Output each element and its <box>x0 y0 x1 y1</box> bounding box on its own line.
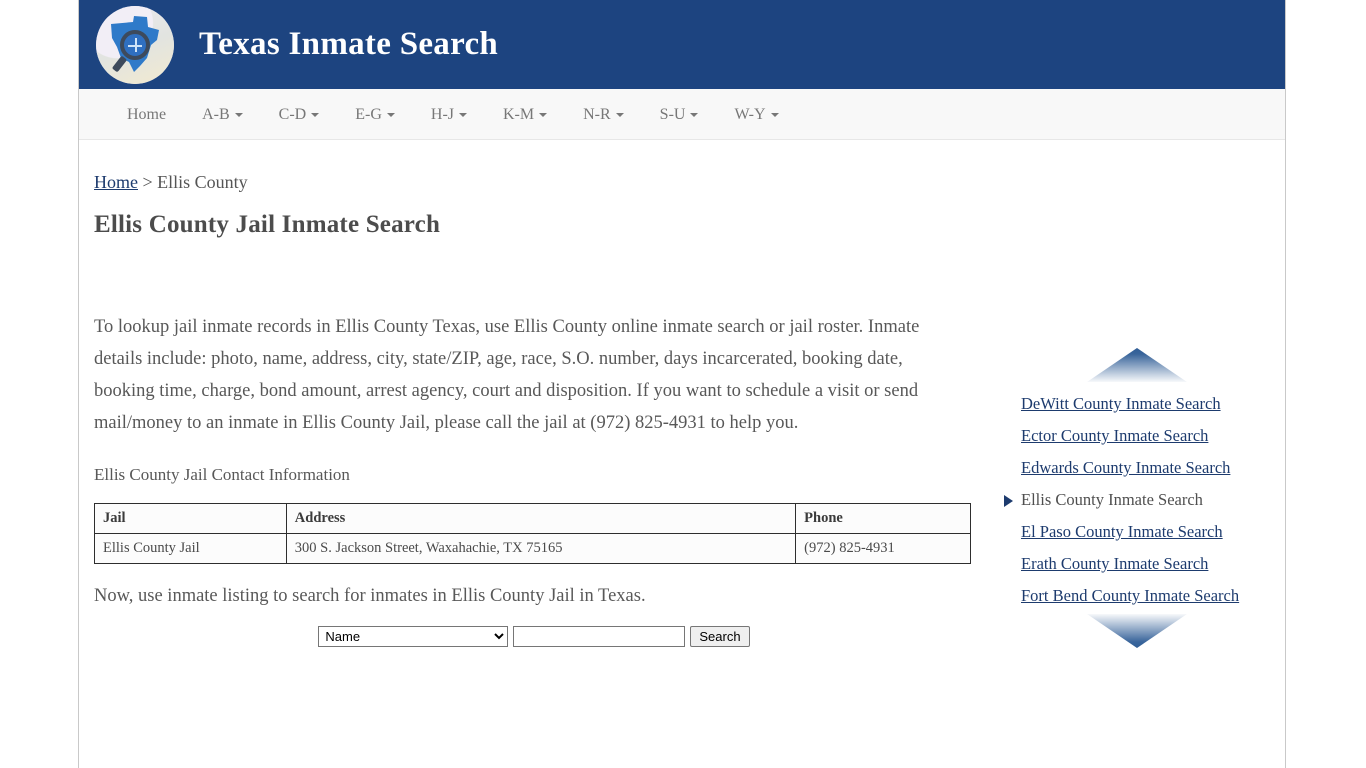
sidebar-item-ellis: Ellis County Inmate Search <box>999 484 1274 516</box>
intro-paragraph: To lookup jail inmate records in Ellis C… <box>94 317 920 433</box>
triangle-down-icon <box>1086 614 1187 648</box>
main-navigation: Home A-B C-D E-G H-J K-M N-R S-U W-Y <box>79 89 1285 140</box>
sidebar-link-list: DeWitt County Inmate Search Ector County… <box>999 388 1274 612</box>
table-row: Ellis County Jail 300 S. Jackson Street,… <box>94 533 971 564</box>
nav-item-e-g[interactable]: E-G <box>337 89 413 140</box>
search-field-select[interactable]: Name Booking Date Age Race Sex <box>318 626 509 647</box>
chevron-down-icon <box>234 112 243 117</box>
triangle-up-gradient <box>1086 348 1187 382</box>
sidebar-item-edwards[interactable]: Edwards County Inmate Search <box>999 452 1274 484</box>
related-counties-sidebar: DeWitt County Inmate Search Ector County… <box>999 348 1274 648</box>
triangle-right-icon <box>1004 495 1013 507</box>
nav-label: N-R <box>583 105 611 123</box>
site-title: Texas Inmate Search <box>199 26 499 62</box>
chevron-down-icon <box>311 112 320 117</box>
chevron-down-icon <box>690 112 699 117</box>
nav-label: W-Y <box>734 105 766 123</box>
sidebar-item-label: Ellis County Inmate Search <box>1021 490 1203 509</box>
site-container: Texas Inmate Search Home A-B C-D E-G H-J… <box>78 0 1286 768</box>
main-column: Home > Ellis County Ellis County Jail In… <box>94 172 974 647</box>
chevron-down-icon <box>539 112 548 117</box>
nav-label: A-B <box>202 105 230 123</box>
sidebar-item-label[interactable]: Fort Bend County Inmate Search <box>1021 586 1239 605</box>
contact-heading: Ellis County Jail Contact Information <box>94 465 350 484</box>
chevron-down-icon <box>615 112 624 117</box>
nav-label: H-J <box>430 105 454 123</box>
breadcrumb-separator: > <box>138 172 158 192</box>
contact-table: Jail Address Phone Ellis County Jail 300… <box>94 503 971 564</box>
sidebar-item-dewitt[interactable]: DeWitt County Inmate Search <box>999 388 1274 420</box>
triangle-up-icon <box>1086 348 1187 382</box>
sidebar-item-label[interactable]: DeWitt County Inmate Search <box>1021 394 1221 413</box>
breadcrumb-home-link[interactable]: Home <box>94 172 138 192</box>
nav-label: K-M <box>503 105 535 123</box>
search-button[interactable]: Search <box>690 626 750 647</box>
sidebar-item-label[interactable]: Ector County Inmate Search <box>1021 426 1208 445</box>
nav-item-a-b[interactable]: A-B <box>184 89 261 140</box>
nav-label: S-U <box>659 105 686 123</box>
contact-table-header-row: Jail Address Phone <box>94 503 971 534</box>
contact-header-jail: Jail <box>94 503 287 534</box>
chevron-down-icon <box>459 112 467 117</box>
nav-item-home[interactable]: Home <box>109 89 184 140</box>
listing-note: Now, use inmate listing to search for in… <box>94 586 646 606</box>
contact-header-phone: Phone <box>795 503 971 534</box>
sidebar-item-erath[interactable]: Erath County Inmate Search <box>999 548 1274 580</box>
breadcrumb: Home > Ellis County <box>94 172 974 193</box>
nav-label: E-G <box>355 105 382 123</box>
search-input[interactable] <box>513 626 686 647</box>
nav-item-s-u[interactable]: S-U <box>642 89 717 140</box>
sidebar-item-label[interactable]: Erath County Inmate Search <box>1021 554 1208 573</box>
sidebar-item-el-paso[interactable]: El Paso County Inmate Search <box>999 516 1274 548</box>
sidebar-item-label[interactable]: Edwards County Inmate Search <box>1021 458 1230 477</box>
nav-item-c-d[interactable]: C-D <box>261 89 338 140</box>
sidebar-item-fort-bend[interactable]: Fort Bend County Inmate Search <box>999 580 1274 612</box>
nav-label: Home <box>127 105 167 123</box>
triangle-down-gradient <box>1086 614 1187 648</box>
magnifier-lens-icon <box>120 29 150 60</box>
page-root: Texas Inmate Search Home A-B C-D E-G H-J… <box>0 0 1366 768</box>
breadcrumb-current: Ellis County <box>157 172 248 192</box>
nav-label: C-D <box>278 105 307 123</box>
sidebar-item-ector[interactable]: Ector County Inmate Search <box>999 420 1274 452</box>
contact-cell-jail: Ellis County Jail <box>94 533 287 564</box>
nav-item-k-m[interactable]: K-M <box>485 89 565 140</box>
sidebar-item-label[interactable]: El Paso County Inmate Search <box>1021 522 1223 541</box>
chevron-down-icon <box>386 112 395 117</box>
nav-item-w-y[interactable]: W-Y <box>716 89 796 140</box>
nav-item-h-j[interactable]: H-J <box>413 89 485 140</box>
contact-cell-phone: (972) 825-4931 <box>795 533 971 564</box>
site-header: Texas Inmate Search <box>79 0 1285 89</box>
page-title: Ellis County Jail Inmate Search <box>94 211 441 238</box>
contact-cell-address: 300 S. Jackson Street, Waxahachie, TX 75… <box>285 533 797 564</box>
inmate-search-form: Name Booking Date Age Race Sex Search <box>94 626 974 647</box>
nav-item-n-r[interactable]: N-R <box>565 89 642 140</box>
contact-header-address: Address <box>285 503 797 534</box>
chevron-down-icon <box>770 112 779 117</box>
texas-globe-magnifier-icon[interactable] <box>96 5 174 84</box>
